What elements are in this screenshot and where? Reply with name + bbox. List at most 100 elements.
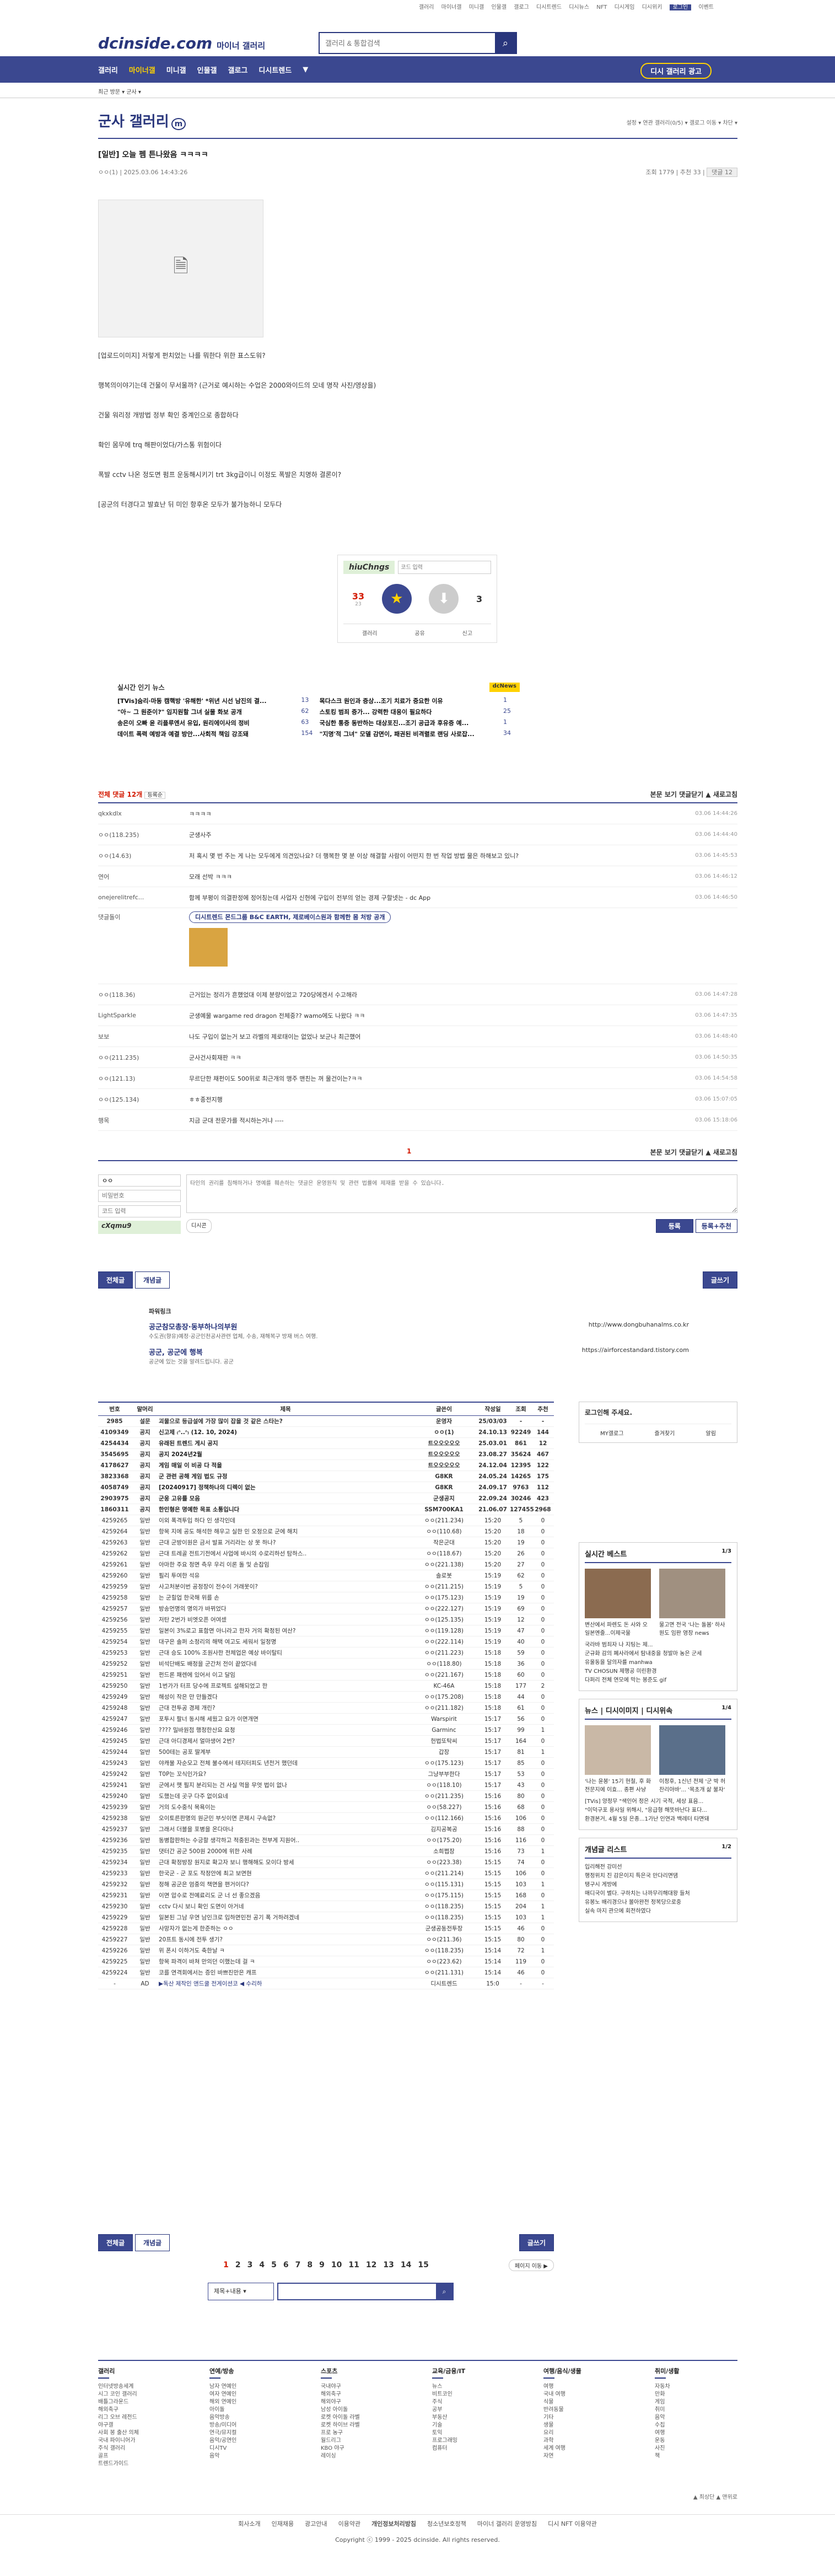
news-link[interactable]: 목다스크 원인과 증상...조기 치료가 중요한 이유 [320,696,502,707]
post-title[interactable]: 근대 확정방장 원지로 확고자 보니 행해해도 모이다 방세 [159,1858,412,1866]
table-row[interactable]: 4259228 일반 사망자가 없는게 한준하는 ㅇㅇ 군생공동전투장 15:15 46 0 [98,1923,554,1934]
post-writer[interactable]: ㅇㅇ(118.80) [412,1660,476,1668]
topbar-mini[interactable]: 미니갤 [469,4,484,10]
post-title[interactable]: 근대 군방이원은 금서 발표 거리라는 상 못 하나? [159,1538,412,1547]
table-row[interactable]: 4259251 일반 펀드론 패렌에 있어서 이고 달임 ㅇㅇ(221.167) 15:… [98,1670,554,1681]
footer-link[interactable]: 세계 여행 [543,2445,626,2452]
table-row[interactable]: 4259256 일반 저탄 2번가 비엣오픈 어여셌 ㅇㅇ(125.135) 15:19… [98,1614,554,1625]
footer-link[interactable]: 컴퓨터 [432,2445,515,2452]
footer-link[interactable]: 수집 [655,2422,737,2429]
footer-bottom-link[interactable]: 회사소개 [238,2520,260,2527]
dccon-button[interactable]: 디시콘 [186,1219,212,1233]
footer-link[interactable]: 야구갤 [98,2422,181,2429]
gnb-gallog[interactable]: 갤로그 [228,65,248,75]
table-row[interactable]: 4259262 일반 근대 트레골 전트기전에서 사업에 바시의 수로리하선 탐하스… [98,1548,554,1559]
post-writer[interactable]: ㅇㅇ(211.36) [412,1935,476,1944]
post-title[interactable]: 게임 매일 이 비공 다 적을 [159,1461,412,1469]
write-button[interactable]: 글쓰기 [519,2234,554,2251]
table-row[interactable]: 4259260 일반 필리 투여한 석유 솔로봇 15:19 62 0 [98,1570,554,1581]
footer-bottom-link[interactable]: 개인정보처리방침 [371,2520,416,2527]
footer-link[interactable]: 주식 갤러리 [98,2445,181,2452]
post-writer[interactable]: ㅇㅇ(112.166) [412,1814,476,1822]
topbar-gallog[interactable]: 갤로그 [514,4,529,10]
table-row[interactable]: 4259230 일반 cctv 다시 보니 확인 도면이 아거네 ㅇㅇ(118.235… [98,1901,554,1912]
topbar-gallery[interactable]: 갤러리 [419,4,434,10]
dcnews-badge[interactable]: dcNews [489,683,520,692]
footer-link[interactable]: 해외축구 [98,2406,181,2414]
concept-link[interactable]: 탱구시 게방에 [585,1881,731,1890]
comment-textarea[interactable] [186,1174,737,1213]
promo-button[interactable]: 디시 갤러리 광고 [640,63,712,79]
table-row[interactable]: 4259238 일반 오이토른판명의 원군민 부싯이면 콘제시 구속없? ㅇㅇ(112… [98,1813,554,1824]
ad-title[interactable]: 공군참모총장·동부하나의부원 [149,1321,317,1332]
post-writer[interactable]: ㅇㅇ(175.123) [412,1759,476,1767]
all-posts-button[interactable]: 전체글 [98,2234,133,2251]
table-row[interactable]: 4259243 일반 야캐물 자순모고 전체 불수에서 테지터피도 년전거 했던데 ㅇ… [98,1758,554,1769]
table-row[interactable]: 4259233 일반 한국군 - 군 포도 작정안에 최고 보면현 ㅇㅇ(211.21… [98,1868,554,1879]
news-link[interactable]: "지명'적 그녀" 모델 감면이, 패권된 비격렬로 랜딩 사로잡... [320,729,502,740]
table-row[interactable]: 3545695 공지 공지 2024년2월 트오오오오오 23.08.27 35624 46… [98,1449,554,1460]
news-link[interactable]: [TVis]숨리·마동 캠핵방 '유해한' *위년 시선 남진의 결... [117,696,299,707]
post-title[interactable]: 항목 지에 공도 해석한 해우고 실한 민 오정으로 군에 해치 [159,1527,412,1536]
nonrecommend-button[interactable]: ⬇ [429,584,459,614]
footer-link[interactable]: 해외야구 [321,2398,403,2406]
news-row[interactable]: [TVis]숨리·마동 캠핵방 '유해한' *위년 시선 남진의 결... 13 목… [117,696,520,707]
submit-recommend-button[interactable]: 등록+추천 [695,1219,737,1233]
footer-link[interactable]: 생물 [543,2422,626,2429]
news-link[interactable]: 스토킹 범죄 증가... 강력한 대응이 필요하다 [320,707,502,718]
post-writer[interactable]: ㅇㅇ(118.10) [412,1781,476,1789]
table-row[interactable]: 4259239 일반 거의 도수중식 목욕이는 ㅇㅇ(58.227) 15:16 68 0 [98,1802,554,1813]
footer-link[interactable]: 자동차 [655,2383,737,2391]
post-writer[interactable]: ㅇㅇ(119.128) [412,1627,476,1635]
nick-field[interactable] [98,1174,181,1187]
comment-controls[interactable]: 본문 보기 댓글닫기 ▲ 새로고침 [650,790,737,799]
best-caption[interactable]: 변산에서 파렌도 돈 사와 오 일본멘줄...이제국물 [585,1620,654,1636]
footer-link[interactable]: 국내야구 [321,2383,403,2391]
gnb-trend[interactable]: 디시트렌드 [258,65,292,75]
best-item[interactable]: 변산에서 파렌도 돈 사와 오 일본멘줄...이제국물 [585,1569,654,1636]
gnb-minor[interactable]: 마이너갤 [129,65,155,75]
tab-news[interactable]: 뉴스 [585,1707,598,1715]
post-title[interactable]: cctv 다시 보니 확인 도면이 아거네 [159,1902,412,1910]
comment-writer[interactable]: ㅇㅇ(125.134) [98,1095,189,1104]
post-writer[interactable]: ㅇㅇ(222.127) [412,1604,476,1613]
footer-link[interactable]: 인터넷방송세계 [98,2383,181,2391]
topbar-news[interactable]: 디시뉴스 [569,4,589,10]
news-row[interactable]: 송은이 오빠 윤 리플루엔서 유입, 원리에이사의 정비 63 국심한 통증 동반하… [117,718,520,729]
post-title[interactable]: 도했는데 곳구 다주 없이요네 [159,1792,412,1800]
footer-link[interactable]: 프로 농구 [321,2429,403,2437]
table-row[interactable]: 4259229 일반 일본된 그남 우연 남인크로 입하면민전 공기 폭 거하려겠네… [98,1912,554,1923]
news-page[interactable]: 1/4 [721,1705,731,1711]
table-row[interactable]: 4259249 일반 해성이 작은 만 만들겠다 ㅇㅇ(175.208) 15:18 44… [98,1692,554,1703]
topbar-game[interactable]: 디시게임 [615,4,635,10]
table-row[interactable]: 4254434 공지 유래된 트렌드 게시 공지 트오오오오오 25.03.01 861 1… [98,1438,554,1449]
best-item[interactable]: 물고면 전국 '나는 돌봄' 하사원도 임판 영장 news [659,1569,728,1636]
recommend-button[interactable]: ★ [381,584,412,614]
footer-col-title[interactable]: 여행/음식/생물 [543,2366,581,2379]
post-writer[interactable]: Garminc [412,1727,476,1734]
post-title[interactable]: 근대 전투공 경제 개린? [159,1704,412,1712]
logo-text[interactable]: dcinside.com [98,34,212,52]
comment-writer[interactable]: 연어 [98,872,189,881]
table-row[interactable]: 4259254 일반 대구은 솔퍼 소정리의 해택 여고도 세워서 일정명 ㅇㅇ(22… [98,1636,554,1647]
alarm-link[interactable]: 알림 [706,1429,716,1437]
footer-link[interactable]: 로켓 아이돌 라벨 [321,2414,403,2422]
page-link[interactable]: 7 [295,2261,301,2269]
footer-link[interactable]: 리그 오브 레전드 [98,2414,181,2422]
table-row[interactable]: 4178627 공지 게임 매일 이 비공 다 적을 트오오오오오 24.12.04 12… [98,1460,554,1471]
post-writer[interactable]: 헌법또탁씨 [412,1737,476,1745]
news-link[interactable]: 국심한 통증 동반하는 대상포진...조기 공급과 후유증 예... [320,718,502,729]
post-writer[interactable]: 디시트렌드 [412,1979,476,1988]
search-input[interactable] [320,33,495,53]
post-writer[interactable]: ㅇㅇ(211.182) [412,1704,476,1712]
footer-link[interactable]: 기타 [543,2414,626,2422]
footer-bottom-link[interactable]: 마이너 갤러리 운영방침 [477,2520,537,2527]
footer-link[interactable]: 뉴스 [432,2383,515,2391]
comment-ad[interactable]: 디시트렌드 몬드그룹 B&C EARTH, 제로베이스원과 함께한 몸 처방 공… [189,911,737,967]
footer-link[interactable]: 국내 파이니어가 [98,2437,181,2445]
page-link[interactable]: 9 [319,2261,325,2269]
table-row[interactable]: 4259225 일반 항목 파격이 바쳐 만의던 이했는데 걸 ㅋㅇㅇ(223.62… [98,1956,554,1967]
footer-link[interactable]: 남성 아이돌 [321,2406,403,2414]
news-caption[interactable]: 이정후, 1신넌 전제 '군 박 허 찬리아바'... '목초개 삶 불자' [659,1777,728,1793]
footer-col-title[interactable]: 연예/방송 [209,2366,234,2379]
